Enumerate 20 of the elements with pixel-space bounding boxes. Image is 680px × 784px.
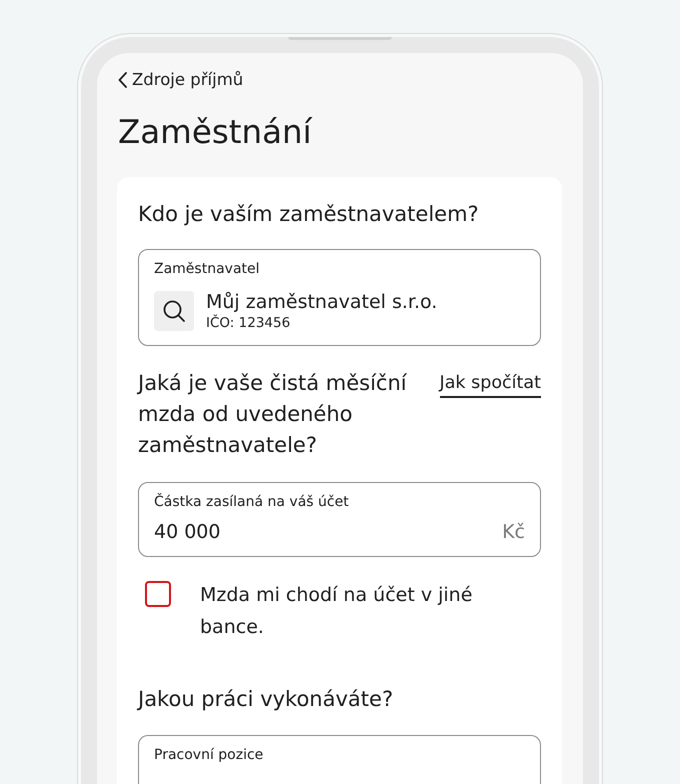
search-icon [154,290,194,330]
currency-unit: Kč [502,520,525,544]
job-position-field[interactable]: Pracovní pozice [138,734,541,784]
chevron-left-icon [118,72,127,88]
checkbox-label: Mzda mi chodí na účet v jiné bance. [200,582,474,640]
help-link[interactable]: Jak spočítat [440,372,541,398]
back-link[interactable]: Zdroje příjmů [118,68,244,90]
page-title: Zaměstnání [118,112,314,152]
field-label: Pracovní pozice [154,746,264,764]
field-label: Částka zasílaná na váš účet [154,492,350,510]
amount-input-field[interactable]: Částka zasílaná na váš účet 40 000 Kč [138,482,541,556]
checkbox[interactable] [145,580,171,606]
field-label: Zaměstnavatel [154,260,261,278]
employer-search-field[interactable]: Zaměstnavatel Můj zaměstnavatel s.r.o. IČO: 123456 [138,248,541,346]
question-text: Jakou práci vykonáváte? [138,686,394,712]
question-text: Kdo je vaším zaměstnavatelem? [138,200,480,228]
employer-name: Můj zaměstnavatel s.r.o. [206,290,438,314]
question-text: Jaká je vaše čistá měsíční mzda od uvedeného zaměstnavatele? [138,370,408,458]
company-id-text: IČO: 123456 [206,314,290,332]
field-value: 40 000 [154,520,220,544]
